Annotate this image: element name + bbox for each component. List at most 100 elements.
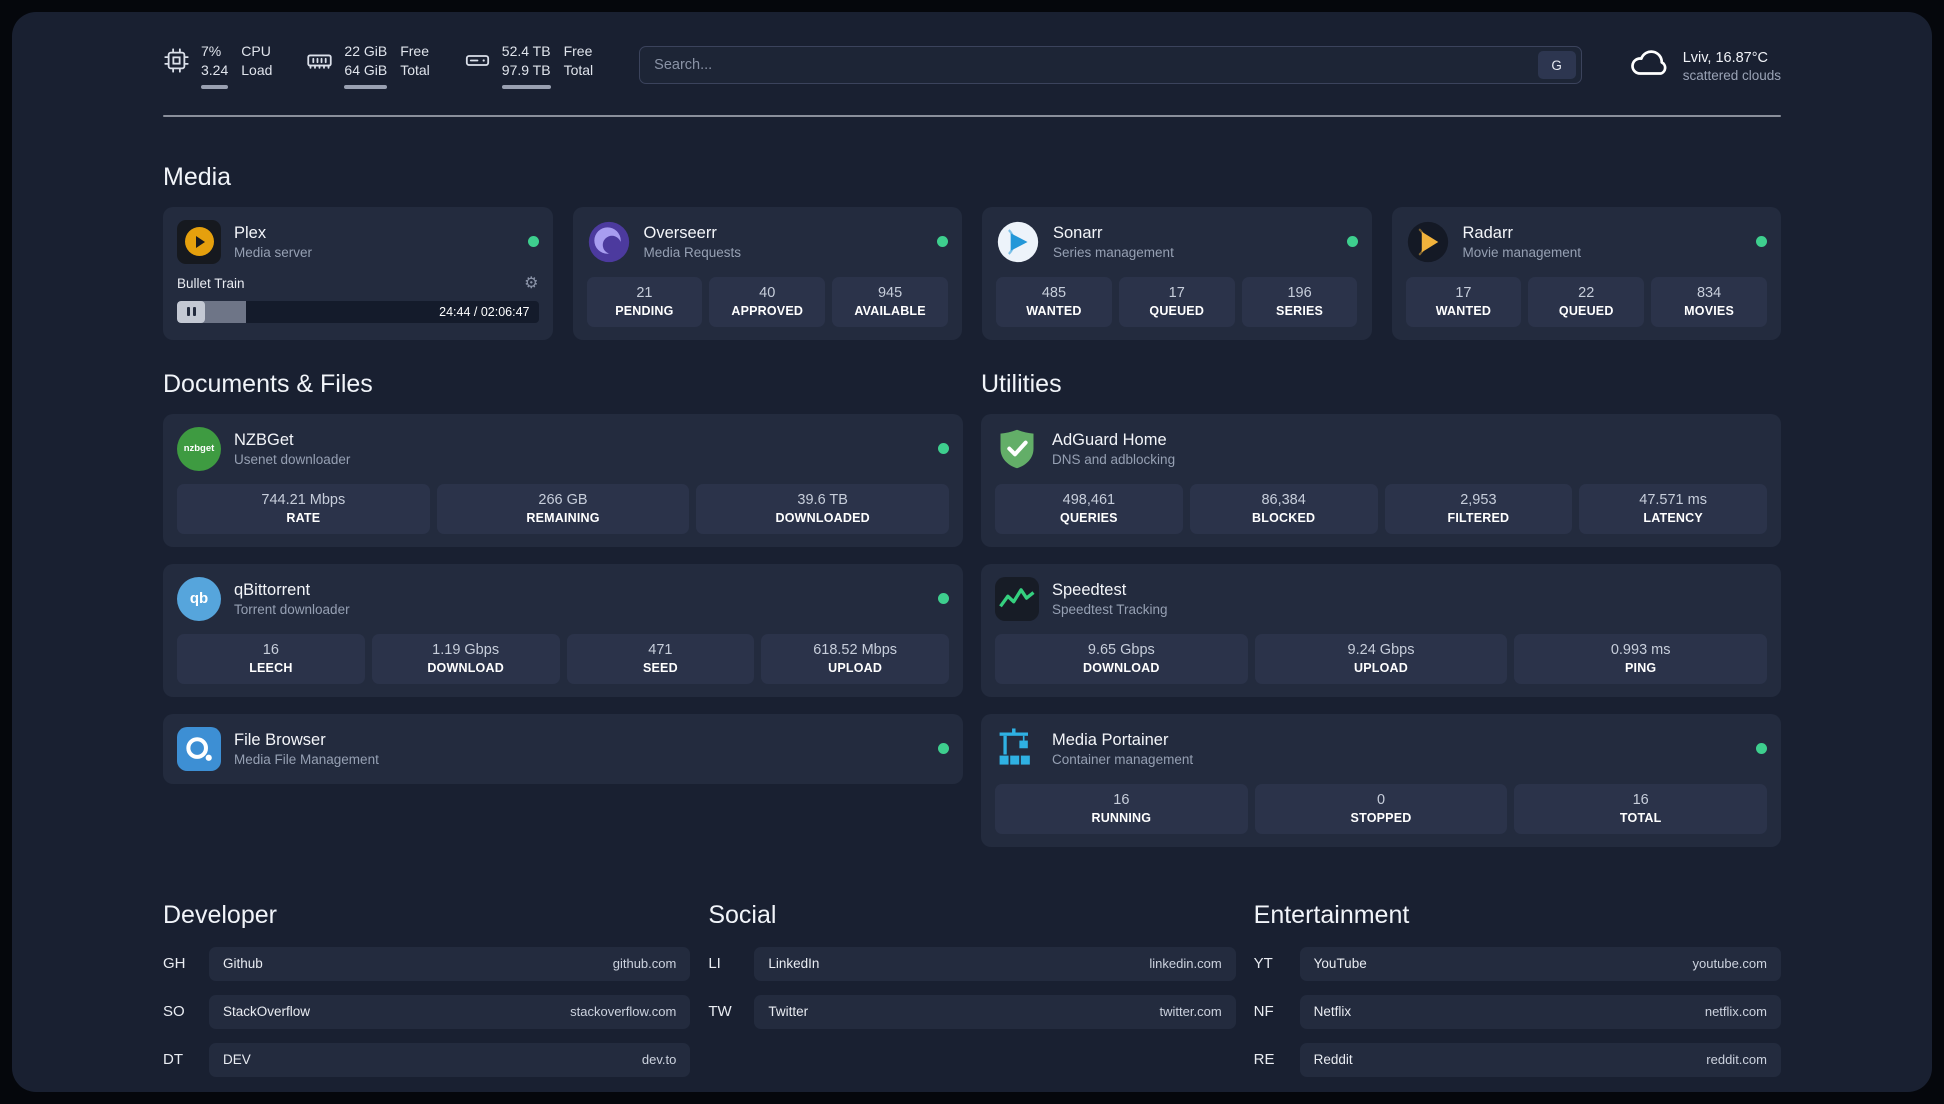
cpu-usage-value: 7% (201, 43, 222, 59)
stat-tile: 86,384 BLOCKED (1189, 483, 1378, 534)
link-stackoverflow[interactable]: SO StackOverflow stackoverflow.com (163, 994, 691, 1029)
stat-tile: 9.65 Gbps DOWNLOAD (995, 633, 1248, 684)
status-dot (527, 236, 539, 248)
disk-free-value: 52.4 TB (501, 43, 551, 59)
developer-links: Developer GH Github github.com SO StackO… (163, 900, 691, 1091)
search-input[interactable] (654, 57, 1538, 74)
app-card-radarr[interactable]: Radarr Movie management 17 WANTED 22 QUE… (1391, 206, 1781, 340)
disk-free-label: Free (563, 43, 593, 59)
disk-total-value: 97.9 TB (501, 61, 551, 78)
disk-metric: 52.4 TB 97.9 TB Free Total (464, 42, 593, 89)
app-card-nzbget[interactable]: nzbget NZBGet Usenet downloader 744.21 M… (163, 413, 963, 547)
app-desc: Container management (1052, 751, 1194, 767)
social-links: Social LI LinkedIn linkedin.com TW Twitt… (708, 900, 1236, 1091)
app-card-sonarr[interactable]: Sonarr Series management 485 WANTED 17 Q… (982, 206, 1372, 340)
stat-tile: 945 AVAILABLE (832, 276, 948, 327)
app-name: Speedtest (1052, 580, 1127, 599)
app-card-speedtest[interactable]: Speedtest Speedtest Tracking 9.65 Gbps D… (981, 563, 1781, 697)
disk-usage-bar (501, 84, 551, 89)
stat-tile: 47.571 ms LATENCY (1579, 483, 1767, 534)
link-netflix[interactable]: NF Netflix netflix.com (1254, 994, 1781, 1029)
link-github[interactable]: GH Github github.com (163, 946, 691, 981)
search-bar: G (639, 46, 1582, 85)
link-reddit[interactable]: RE Reddit reddit.com (1254, 1042, 1781, 1077)
status-dot (938, 743, 949, 755)
app-card-filebrowser[interactable]: File Browser Media File Management (163, 713, 963, 784)
section-title-media: Media (163, 162, 232, 191)
dashboard-page: 7% 3.24 CPU Load 22 GiB 64 GiB Free Tota… (12, 12, 1932, 1092)
pause-button[interactable] (177, 300, 205, 323)
app-desc: Speedtest Tracking (1052, 601, 1168, 617)
section-title-developer: Developer (163, 900, 277, 929)
status-dot (1756, 743, 1767, 755)
app-desc: Media File Management (234, 751, 379, 767)
app-desc: Usenet downloader (234, 451, 351, 467)
stat-tile: 498,461 QUERIES (995, 483, 1183, 534)
app-card-plex[interactable]: Plex Media server Bullet Train ⚙ 24:44 /… (163, 206, 553, 340)
gear-icon[interactable]: ⚙ (524, 275, 538, 292)
ram-usage-bar (344, 84, 388, 89)
stat-tile: 834 MOVIES (1651, 276, 1767, 327)
weather-widget: Lviv, 16.87°C scattered clouds (1628, 47, 1781, 84)
player-progress-bar[interactable]: 24:44 / 02:06:47 (177, 300, 539, 323)
cpu-metric: 7% 3.24 CPU Load (163, 42, 272, 89)
link-linkedin[interactable]: LI LinkedIn linkedin.com (708, 946, 1236, 981)
speedtest-icon (995, 576, 1039, 621)
app-name: Plex (234, 223, 267, 242)
top-bar: 7% 3.24 CPU Load 22 GiB 64 GiB Free Tota… (163, 12, 1781, 89)
stat-tile: 0.993 ms PING (1514, 633, 1768, 684)
section-title-entertainment: Entertainment (1253, 900, 1410, 929)
app-card-adguard[interactable]: AdGuard Home DNS and adblocking 498,461 … (981, 413, 1781, 547)
app-name: Overseerr (643, 223, 717, 242)
app-name: qBittorrent (234, 580, 311, 599)
stat-tile: 40 APPROVED (709, 276, 826, 327)
cpu-usage-bar (201, 84, 229, 89)
app-card-qbittorrent[interactable]: qb qBittorrent Torrent downloader 16 LEE… (163, 563, 963, 697)
cpu-label: CPU (241, 43, 271, 59)
now-playing-title: Bullet Train (177, 276, 245, 292)
app-name: AdGuard Home (1052, 430, 1167, 449)
search-engine-button[interactable]: G (1537, 51, 1576, 80)
stat-tile: 1.19 Gbps DOWNLOAD (371, 633, 560, 684)
link-youtube[interactable]: YT YouTube youtube.com (1254, 946, 1781, 981)
overseerr-icon (587, 220, 631, 264)
disk-total-label: Total (563, 61, 594, 78)
utilities-column: Utilities AdGuard Home DNS and adblockin… (981, 370, 1781, 847)
weather-condition: scattered clouds (1682, 68, 1781, 84)
app-desc: Media server (234, 244, 313, 260)
stat-tile: 9.24 Gbps UPLOAD (1254, 633, 1508, 684)
section-title-documents: Documents & Files (163, 369, 373, 398)
sonarr-icon (996, 220, 1040, 264)
app-card-portainer[interactable]: Media Portainer Container management 16 … (981, 713, 1781, 847)
app-name: File Browser (234, 730, 326, 749)
media-grid: Plex Media server Bullet Train ⚙ 24:44 /… (163, 206, 1781, 340)
app-name: Media Portainer (1052, 730, 1169, 749)
section-title-social: Social (708, 900, 777, 929)
stat-tile: 2,953 FILTERED (1384, 483, 1573, 534)
ram-icon (306, 42, 333, 89)
link-dev[interactable]: DT DEV dev.to (163, 1042, 691, 1077)
status-dot (937, 236, 948, 248)
stat-tile: 618.52 Mbps UPLOAD (761, 633, 949, 684)
stat-tile: 471 SEED (566, 633, 755, 684)
stat-tile: 17 QUEUED (1118, 276, 1235, 327)
entertainment-links: Entertainment YT YouTube youtube.com NF … (1254, 901, 1781, 1091)
stat-tile: 266 GB REMAINING (436, 483, 690, 534)
window-frame: 7% 3.24 CPU Load 22 GiB 64 GiB Free Tota… (0, 0, 1944, 1104)
cpu-icon (163, 42, 190, 89)
stat-tile: 22 QUEUED (1528, 276, 1645, 327)
app-card-overseerr[interactable]: Overseerr Media Requests 21 PENDING 40 A… (572, 206, 962, 340)
stat-tile: 16 RUNNING (995, 783, 1248, 834)
ram-free-value: 22 GiB (344, 43, 388, 59)
stat-tile: 485 WANTED (996, 276, 1112, 327)
status-dot (938, 593, 949, 605)
link-twitter[interactable]: TW Twitter twitter.com (708, 994, 1236, 1029)
ram-free-label: Free (400, 43, 430, 59)
status-dot (1756, 236, 1767, 248)
app-name: NZBGet (234, 430, 294, 449)
stat-tile: 21 PENDING (586, 276, 703, 327)
stat-tile: 16 TOTAL (1514, 783, 1768, 834)
stat-tile: 17 WANTED (1405, 276, 1522, 327)
stat-tile: 39.6 TB DOWNLOADED (696, 483, 950, 534)
adguard-icon (995, 427, 1039, 471)
